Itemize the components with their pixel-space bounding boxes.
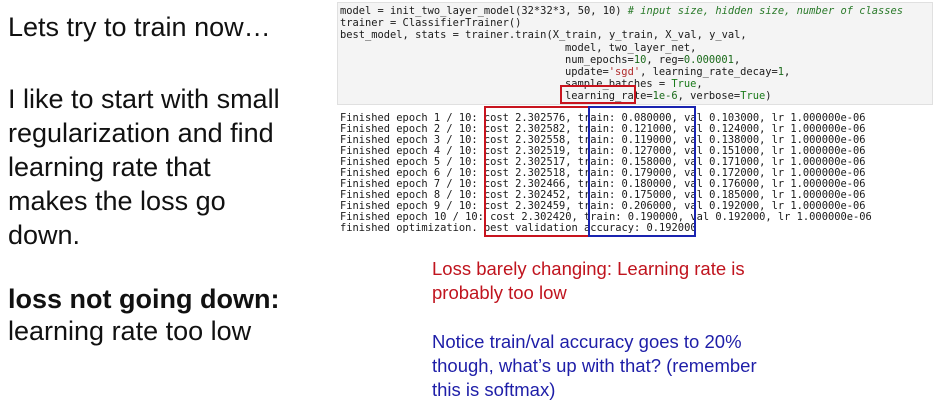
code-text: update= [565, 66, 609, 78]
code-text: num_epochs= [565, 54, 634, 66]
code-text: , [733, 54, 741, 66]
code-text: , [696, 78, 703, 90]
code-text: , verbose= [677, 90, 741, 102]
cost-column-highlight-box [484, 106, 590, 237]
code-number: 10 [633, 54, 647, 66]
advice-line-4: makes the loss go [8, 186, 226, 216]
code-line-5: num_epochs=10, reg=0.000001, [565, 55, 740, 66]
code-text: , learning_rate_decay= [640, 66, 778, 78]
diagnosis-heading: loss not going down: [8, 284, 280, 314]
code-number: 1e-6 [652, 90, 678, 102]
code-line-4: model, two_layer_net, [565, 42, 697, 54]
advice-line-2: regularization and find [8, 118, 274, 148]
code-line-6: update='sgd', learning_rate_decay=1, [565, 67, 790, 78]
code-text: ) [765, 90, 772, 102]
loss-note-line-2: probably too low [432, 282, 567, 303]
advice-line-5: down. [8, 220, 81, 250]
code-text: , reg= [646, 54, 684, 66]
loss-note-line-1: Loss barely changing: Learning rate is [432, 258, 745, 279]
code-string: 'sgd' [608, 66, 641, 78]
code-line-1: model = init_two_layer_model(32*32*3, 50… [340, 6, 903, 17]
accuracy-note-line-2: though, what’s up with that? (remember [432, 355, 757, 376]
train-accuracy-highlight-box [588, 106, 696, 237]
code-text: model = init_two_layer_model(32*32*3, 50… [340, 5, 628, 17]
code-number: 0.000001 [683, 54, 734, 66]
code-keyword: True [740, 90, 766, 102]
slide-heading: Lets try to train now… [8, 12, 271, 42]
code-text: , [783, 66, 791, 78]
code-line-2: trainer = ClassifierTrainer() [340, 17, 522, 29]
accuracy-note-line-1: Notice train/val accuracy goes to 20% [432, 331, 742, 352]
code-comment: # input size, hidden size, number of cla… [627, 5, 904, 17]
advice-line-1: I like to start with small [8, 84, 280, 114]
advice-line-3: learning rate that [8, 152, 211, 182]
code-keyword: True [671, 78, 697, 90]
code-line-3: best_model, stats = trainer.train(X_trai… [340, 29, 747, 41]
accuracy-note-line-3: this is softmax) [432, 379, 556, 400]
learning-rate-highlight-box [560, 85, 636, 104]
diagnosis-text: learning rate too low [8, 316, 252, 346]
